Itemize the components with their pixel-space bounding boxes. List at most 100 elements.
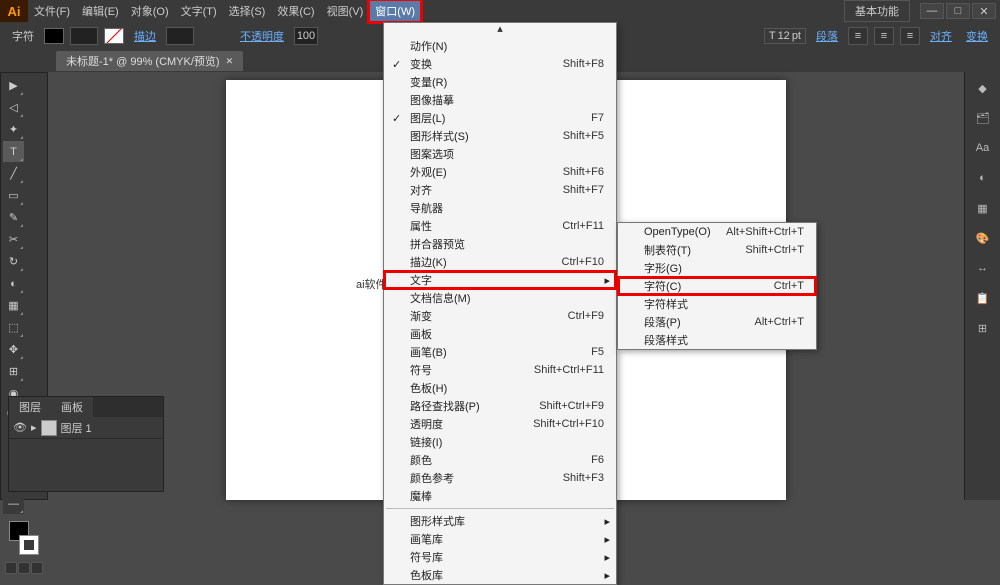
menu-文字(T)[interactable]: 文字(T) <box>175 0 223 22</box>
menuitem-导航器[interactable]: 导航器 <box>384 199 616 217</box>
tool-5[interactable]: ▭ <box>3 185 24 206</box>
tool-10[interactable]: ▦ <box>3 295 24 316</box>
menu-视图(V)[interactable]: 视图(V) <box>321 0 370 22</box>
submenu-段落(P)[interactable]: 段落(P)Alt+Ctrl+T <box>618 313 816 331</box>
tool-1[interactable]: ◁ <box>3 97 24 118</box>
submenu-段落样式[interactable]: 段落样式 <box>618 331 816 349</box>
menuitem-符号库[interactable]: 符号库▸ <box>384 548 616 566</box>
dock-icon-8[interactable]: ⊞ <box>971 316 995 340</box>
dock-icon-3[interactable]: ◐ <box>971 166 995 190</box>
dock-icon-6[interactable]: ↔ <box>971 256 995 280</box>
tool-11[interactable]: ⬚ <box>3 317 24 338</box>
dock-icon-1[interactable]: 🗂 <box>971 106 995 130</box>
menuitem-颜色参考[interactable]: 颜色参考Shift+F3 <box>384 469 616 487</box>
close-tab-icon[interactable]: ✕ <box>226 56 234 67</box>
menu-效果(C)[interactable]: 效果(C) <box>271 0 320 22</box>
menuitem-图形样式库[interactable]: 图形样式库▸ <box>384 512 616 530</box>
menu-文件(F)[interactable]: 文件(F) <box>28 0 76 22</box>
fill-swatch[interactable] <box>44 28 64 44</box>
tool-12[interactable]: ✥ <box>3 339 24 360</box>
submenu-字形(G)[interactable]: 字形(G) <box>618 259 816 277</box>
expand-icon[interactable]: ▸ <box>31 421 37 434</box>
menu-对象(O)[interactable]: 对象(O) <box>125 0 175 22</box>
menuitem-图形样式(S)[interactable]: 图形样式(S)Shift+F5 <box>384 127 616 145</box>
menuitem-路径查找器(P)[interactable]: 路径查找器(P)Shift+Ctrl+F9 <box>384 397 616 415</box>
font-size-value[interactable]: 12 <box>778 30 790 42</box>
menuitem-色板(H)[interactable]: 色板(H) <box>384 379 616 397</box>
menuitem-外观(E)[interactable]: 外观(E)Shift+F6 <box>384 163 616 181</box>
dock-icon-7[interactable]: 📋 <box>971 286 995 310</box>
dock-icon-2[interactable]: Aa <box>971 136 995 160</box>
color-mode-none[interactable] <box>31 562 43 574</box>
color-mode-normal[interactable] <box>5 562 17 574</box>
menu-scroll-up[interactable]: ▴ <box>384 23 616 37</box>
stroke-link[interactable]: 描边 <box>130 28 160 44</box>
close-button[interactable]: ✕ <box>972 3 996 19</box>
maximize-button[interactable]: □ <box>946 3 970 19</box>
color-mode-gradient[interactable] <box>18 562 30 574</box>
menuitem-图像描摹[interactable]: 图像描摹 <box>384 91 616 109</box>
menuitem-文档信息(M)[interactable]: 文档信息(M) <box>384 289 616 307</box>
submenu-字符(C)[interactable]: 字符(C)Ctrl+T <box>618 277 816 295</box>
document-tab[interactable]: 未标题-1* @ 99% (CMYK/预览) ✕ <box>56 51 243 71</box>
submenu-OpenType(O)[interactable]: OpenType(O)Alt+Shift+Ctrl+T <box>618 223 816 241</box>
dock-icon-5[interactable]: 🎨 <box>971 226 995 250</box>
tool-19[interactable]: — <box>3 493 24 514</box>
menuitem-渐变[interactable]: 渐变Ctrl+F9 <box>384 307 616 325</box>
dock-icon-4[interactable]: ▦ <box>971 196 995 220</box>
align-right-button[interactable]: ≡ <box>900 27 920 45</box>
tool-2[interactable]: ✦ <box>3 119 24 140</box>
stroke-weight-dropdown[interactable] <box>166 27 194 45</box>
menuitem-变量(R)[interactable]: 变量(R) <box>384 73 616 91</box>
menuitem-色板库[interactable]: 色板库▸ <box>384 566 616 584</box>
menuitem-动作(N)[interactable]: 动作(N) <box>384 37 616 55</box>
menuitem-画板[interactable]: 画板 <box>384 325 616 343</box>
layer-name[interactable]: 图层 1 <box>61 420 92 436</box>
menuitem-变换[interactable]: ✓变换Shift+F8 <box>384 55 616 73</box>
font-size-control[interactable]: T 12 pt <box>764 28 806 44</box>
menuitem-画笔(B)[interactable]: 画笔(B)F5 <box>384 343 616 361</box>
transform-link[interactable]: 变换 <box>962 28 992 44</box>
minimize-button[interactable]: — <box>920 3 944 19</box>
tool-0[interactable]: ▶ <box>3 75 24 96</box>
tool-4[interactable]: ╱ <box>3 163 24 184</box>
menu-窗口(W)[interactable]: 窗口(W) <box>369 0 421 22</box>
align-left-button[interactable]: ≡ <box>848 27 868 45</box>
menuitem-颜色[interactable]: 颜色F6 <box>384 451 616 469</box>
workspace-switcher[interactable]: 基本功能 <box>844 0 910 22</box>
menu-选择(S)[interactable]: 选择(S) <box>223 0 272 22</box>
align-center-button[interactable]: ≡ <box>874 27 894 45</box>
menuitem-链接(I)[interactable]: 链接(I) <box>384 433 616 451</box>
layers-tab[interactable]: 图层 <box>9 397 51 417</box>
dock-icon-0[interactable]: ◆ <box>971 76 995 100</box>
menuitem-魔棒[interactable]: 魔棒 <box>384 487 616 505</box>
menu-编辑(E)[interactable]: 编辑(E) <box>76 0 125 22</box>
menuitem-属性[interactable]: 属性Ctrl+F11 <box>384 217 616 235</box>
menuitem-拼合器预览[interactable]: 拼合器预览 <box>384 235 616 253</box>
align-link[interactable]: 对齐 <box>926 28 956 44</box>
menuitem-文字[interactable]: 文字▸ <box>384 271 616 289</box>
visibility-icon[interactable]: 👁 <box>13 421 27 434</box>
submenu-制表符(T)[interactable]: 制表符(T)Shift+Ctrl+T <box>618 241 816 259</box>
submenu-字符样式[interactable]: 字符样式 <box>618 295 816 313</box>
menuitem-图案选项[interactable]: 图案选项 <box>384 145 616 163</box>
menuitem-透明度[interactable]: 透明度Shift+Ctrl+F10 <box>384 415 616 433</box>
tool-7[interactable]: ✂ <box>3 229 24 250</box>
menuitem-符号[interactable]: 符号Shift+Ctrl+F11 <box>384 361 616 379</box>
tool-9[interactable]: ◐ <box>3 273 24 294</box>
paragraph-link[interactable]: 段落 <box>812 28 842 44</box>
stroke-color[interactable] <box>19 535 39 555</box>
artboards-tab[interactable]: 画板 <box>51 397 93 417</box>
tool-8[interactable]: ↻ <box>3 251 24 272</box>
menuitem-画笔库[interactable]: 画笔库▸ <box>384 530 616 548</box>
menuitem-描边(K)[interactable]: 描边(K)Ctrl+F10 <box>384 253 616 271</box>
tool-13[interactable]: ⊞ <box>3 361 24 382</box>
opacity-input[interactable] <box>294 27 318 45</box>
layers-panel[interactable]: 图层 画板 👁 ▸ 图层 1 <box>8 396 164 492</box>
layer-row[interactable]: 👁 ▸ 图层 1 <box>9 417 163 439</box>
opacity-link[interactable]: 不透明度 <box>236 28 288 44</box>
stroke-swatch[interactable] <box>104 28 124 44</box>
tool-6[interactable]: ✎ <box>3 207 24 228</box>
menuitem-图层(L)[interactable]: ✓图层(L)F7 <box>384 109 616 127</box>
font-family-dropdown[interactable] <box>70 27 98 45</box>
